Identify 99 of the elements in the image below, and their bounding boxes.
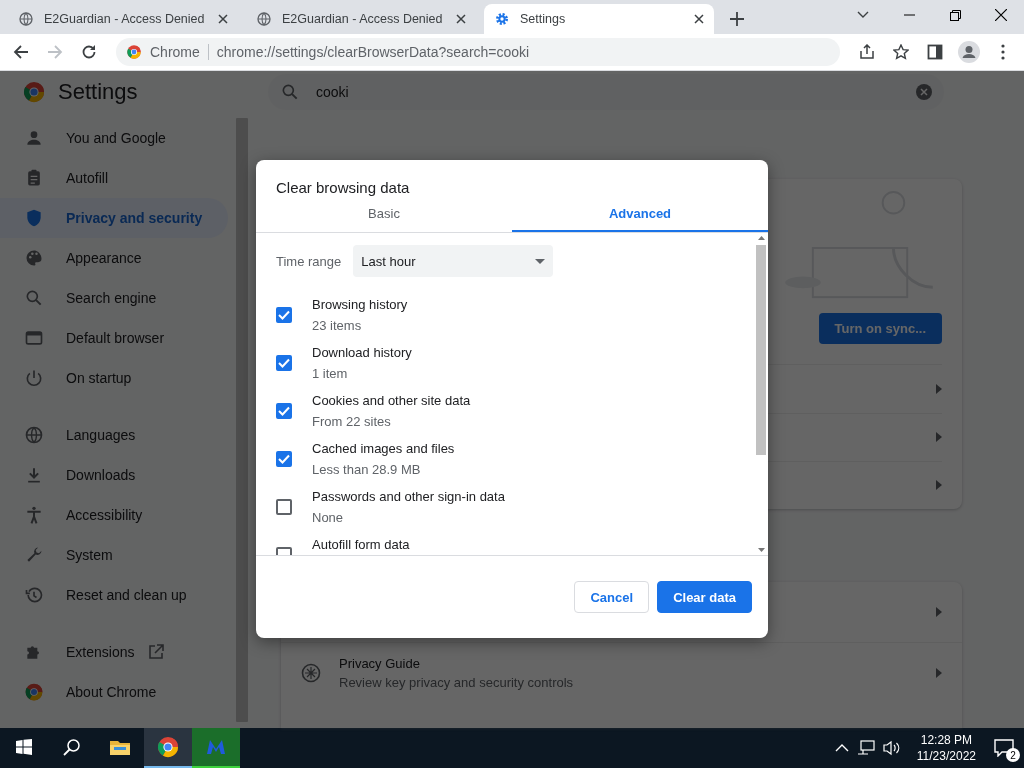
close-icon[interactable] bbox=[218, 14, 228, 24]
search-icon[interactable] bbox=[63, 738, 81, 756]
chrome-logo-icon bbox=[24, 682, 44, 702]
compass-icon bbox=[301, 663, 321, 683]
sidebar-item[interactable]: Reset and clean up bbox=[0, 575, 228, 615]
option-label: Browsing history bbox=[312, 297, 408, 312]
scrollbar[interactable] bbox=[754, 233, 768, 555]
option-detail: 23 items bbox=[312, 318, 363, 333]
chevron-icon[interactable] bbox=[936, 432, 942, 443]
settings-icon bbox=[494, 11, 510, 27]
time-range-dropdown[interactable]: Last hour bbox=[353, 245, 554, 277]
browser-tab[interactable]: E2Guardian - Access Denied bbox=[246, 4, 476, 34]
network-icon[interactable] bbox=[856, 740, 875, 756]
checkbox[interactable] bbox=[276, 307, 292, 323]
reload-icon[interactable] bbox=[81, 44, 97, 60]
address-bar[interactable]: Chrome chrome://settings/clearBrowserData?search=cooki bbox=[116, 38, 840, 66]
browser-tab[interactable]: E2Guardian - Access Denied bbox=[8, 4, 238, 34]
close-icon[interactable] bbox=[456, 14, 466, 24]
option-detail: None bbox=[312, 510, 345, 525]
sidebar-item[interactable]: Default browser bbox=[0, 318, 228, 358]
chevron-icon[interactable] bbox=[936, 668, 942, 678]
checkbox[interactable] bbox=[276, 403, 292, 419]
close-icon[interactable] bbox=[694, 14, 704, 24]
notification-count: 2 bbox=[1006, 748, 1020, 762]
accessibility-icon bbox=[24, 505, 44, 525]
sidebar-item[interactable]: Appearance bbox=[0, 238, 228, 278]
history-icon bbox=[24, 585, 44, 605]
page-title: Settings bbox=[58, 78, 139, 105]
option-label: Autofill form data bbox=[312, 537, 410, 552]
scrollbar[interactable] bbox=[236, 118, 248, 722]
dialog-tab[interactable]: Advanced bbox=[512, 196, 768, 232]
option-detail: 1 item bbox=[312, 366, 349, 381]
minimize-icon[interactable] bbox=[903, 14, 915, 16]
chevron-icon[interactable] bbox=[936, 480, 942, 491]
row-title[interactable]: Privacy Guide bbox=[339, 656, 918, 671]
sidebar-item[interactable]: Autofill bbox=[0, 158, 228, 198]
search-field[interactable]: cooki bbox=[314, 82, 902, 101]
time-range-label: Time range bbox=[276, 253, 342, 269]
close-icon[interactable] bbox=[995, 9, 1007, 21]
menu-icon[interactable] bbox=[1001, 44, 1005, 60]
option-label: Download history bbox=[312, 345, 412, 360]
dialog-tab[interactable]: Basic bbox=[256, 196, 512, 232]
browser-window-icon bbox=[24, 328, 44, 348]
browser-tab[interactable]: Settings bbox=[484, 4, 714, 34]
option-detail: From 22 sites bbox=[312, 414, 392, 429]
sidebar-item[interactable]: Languages bbox=[0, 415, 228, 455]
volume-icon[interactable] bbox=[882, 740, 901, 756]
power-icon bbox=[24, 368, 44, 388]
scroll-down-icon[interactable] bbox=[757, 548, 765, 552]
profile-icon[interactable] bbox=[958, 41, 980, 63]
scroll-up-icon[interactable] bbox=[757, 236, 765, 240]
globe-icon bbox=[18, 11, 34, 27]
row-subtitle: Review key privacy and security controls bbox=[339, 675, 575, 690]
palette-icon bbox=[24, 248, 44, 268]
chrome-logo-icon bbox=[156, 735, 180, 759]
sidebar-item[interactable]: On startup bbox=[0, 358, 228, 398]
option-label: Cookies and other site data bbox=[312, 393, 471, 408]
tab-search-icon[interactable] bbox=[857, 11, 869, 19]
site-chip: Chrome bbox=[150, 44, 209, 60]
clear-search-icon[interactable] bbox=[916, 83, 932, 100]
dialog-title: Clear browsing data bbox=[275, 178, 411, 196]
restore-icon[interactable] bbox=[949, 9, 961, 21]
back-icon[interactable] bbox=[13, 44, 29, 60]
search-icon bbox=[24, 288, 44, 308]
globe-icon bbox=[256, 11, 272, 27]
checkbox[interactable] bbox=[276, 499, 292, 515]
chrome-logo-icon bbox=[22, 79, 46, 104]
taskbar-app[interactable] bbox=[144, 728, 192, 768]
side-panel-icon[interactable] bbox=[927, 44, 943, 60]
chrome-logo-icon bbox=[126, 44, 142, 60]
sidebar-item[interactable]: Downloads bbox=[0, 455, 228, 495]
sidebar-item[interactable]: You and Google bbox=[0, 118, 228, 158]
clear-data-button[interactable]: Clear data bbox=[657, 581, 752, 613]
chevron-icon[interactable] bbox=[936, 607, 942, 617]
url-text: chrome://settings/clearBrowserData?search=cooki bbox=[216, 44, 530, 60]
person-icon bbox=[24, 128, 44, 148]
caret-up-icon[interactable] bbox=[834, 744, 849, 752]
sidebar-item[interactable]: System bbox=[0, 535, 228, 575]
cancel-button[interactable]: Cancel bbox=[574, 581, 650, 613]
sidebar-item[interactable]: Extensions bbox=[0, 632, 228, 672]
checkbox[interactable] bbox=[276, 355, 292, 371]
star-icon[interactable] bbox=[893, 44, 909, 60]
sidebar-item[interactable]: About Chrome bbox=[0, 672, 228, 712]
sidebar-item[interactable]: Privacy and security bbox=[0, 198, 228, 238]
globe-icon bbox=[24, 425, 44, 445]
clock-date[interactable]: 11/23/2022 bbox=[916, 749, 976, 763]
windows-start-icon[interactable] bbox=[16, 739, 32, 755]
share-icon[interactable] bbox=[859, 44, 875, 60]
option-label: Passwords and other sign-in data bbox=[312, 489, 505, 504]
checkbox[interactable] bbox=[276, 451, 292, 467]
turn-on-sync-button[interactable]: Turn on sync... bbox=[818, 312, 942, 345]
sidebar-item[interactable]: Accessibility bbox=[0, 495, 228, 535]
chevron-icon[interactable] bbox=[936, 384, 942, 394]
caret-icon bbox=[535, 258, 546, 264]
option-detail: Less than 28.9 MB bbox=[312, 462, 422, 477]
sidebar-item[interactable]: Search engine bbox=[0, 278, 228, 318]
shield-icon bbox=[24, 208, 44, 228]
clock-time[interactable]: 12:28 PM bbox=[920, 733, 973, 747]
option-label: Cached images and files bbox=[312, 441, 455, 456]
